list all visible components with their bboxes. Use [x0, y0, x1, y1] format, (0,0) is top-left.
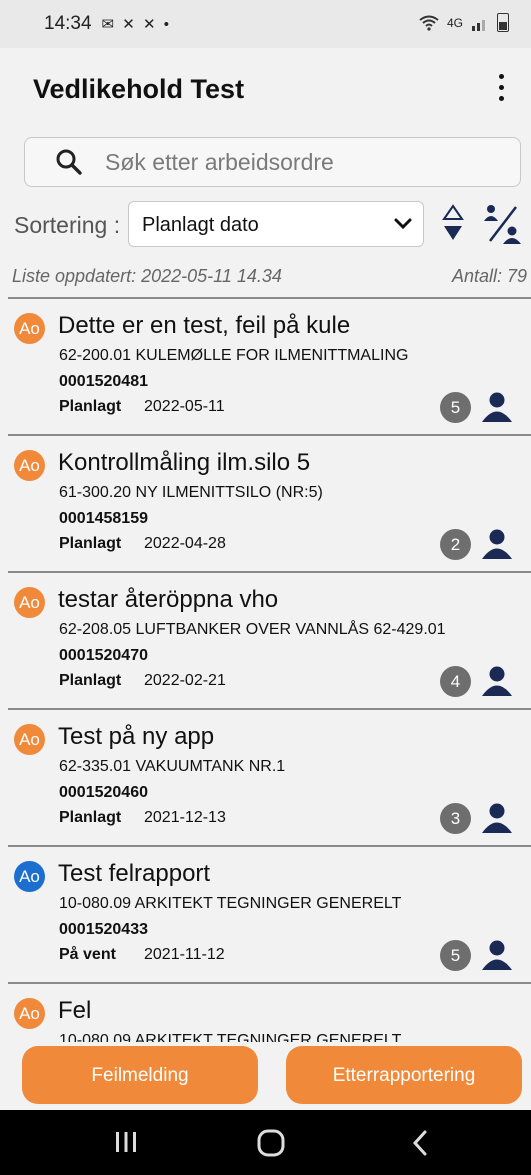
system-nav-bar [0, 1110, 531, 1175]
work-order-type-badge: Ao [14, 724, 45, 755]
work-order-title: testar återöppna vho [58, 586, 279, 613]
work-order-equipment: 62-208.05 LUFTBANKER OVER VANNLÅS 62-429… [59, 621, 446, 638]
work-order-equipment: 10-080.09 ARKITEKT TEGNINGER GENERELT [59, 895, 402, 912]
sort-selected-value: Planlagt dato [142, 214, 259, 236]
work-order-item[interactable]: Ao Test på ny app 62-335.01 VAKUUMTANK N… [8, 708, 531, 845]
person-icon [482, 803, 512, 833]
action-footer: Feilmelding Etterrapportering [0, 1042, 531, 1110]
work-order-title: Kontrollmåling ilm.silo 5 [58, 449, 311, 476]
person-icon [482, 392, 512, 422]
work-order-status: Planlagt [59, 672, 122, 689]
status-time: 14:34 [44, 13, 92, 34]
recent-apps-icon[interactable] [114, 1128, 138, 1156]
work-order-status: Planlagt [59, 535, 122, 552]
list-updated-text: Liste oppdatert: 2022-05-11 14.34 [12, 266, 282, 286]
work-order-item[interactable]: Ao Fel 10-080.09 ARKITEKT TEGNINGER GENE… [8, 982, 531, 1042]
work-order-item[interactable]: Ao Kontrollmåling ilm.silo 5 61-300.20 N… [8, 434, 531, 571]
work-order-item[interactable]: Ao Test felrapport 10-080.09 ARKITEKT TE… [8, 845, 531, 982]
work-order-date: 2021-12-13 [144, 809, 226, 826]
status-right: 4G [419, 13, 509, 32]
work-order-status: Planlagt [59, 398, 122, 415]
work-order-status: Planlagt [59, 809, 122, 826]
list-count-text: Antall: 79 [451, 266, 527, 286]
status-bar: 14:34 ✉ ✕ ✕ • 4G [0, 0, 531, 48]
signal-icon [472, 19, 485, 31]
work-order-title: Dette er en test, feil på kule [58, 312, 351, 339]
work-order-item[interactable]: Ao testar återöppna vho 62-208.05 LUFTBA… [8, 571, 531, 708]
work-order-date: 2022-05-11 [144, 398, 225, 415]
work-order-type-badge: Ao [14, 587, 45, 618]
notification-icons: ✉ ✕ ✕ • [101, 16, 172, 33]
chevron-down-icon [394, 218, 412, 230]
search-placeholder: Søk etter arbeidsordre [105, 149, 334, 175]
sort-select[interactable]: Planlagt dato [128, 201, 424, 247]
work-order-number: 0001520433 [59, 921, 148, 938]
work-order-type-badge: Ao [14, 998, 45, 1029]
work-order-title: Fel [58, 997, 92, 1024]
person-icon [482, 529, 512, 559]
work-order-type-badge: Ao [14, 861, 45, 892]
work-order-date: 2022-04-28 [144, 535, 226, 552]
work-order-number: 0001458159 [59, 510, 148, 527]
person-icon [482, 666, 512, 696]
work-order-equipment: 62-335.01 VAKUUMTANK NR.1 [59, 758, 286, 775]
search-icon [56, 149, 82, 175]
work-order-number: 0001520470 [59, 647, 148, 664]
page-title: Vedlikehold Test [33, 74, 245, 104]
work-order-number: 0001520460 [59, 784, 148, 801]
work-order-equipment: 62-200.01 KULEMØLLE FOR ILMENITTMALING [59, 347, 409, 364]
work-order-equipment: 10-080.09 ARKITEKT TEGNINGER GENERELT [59, 1032, 402, 1042]
assignee-count-badge: 5 [440, 392, 471, 423]
sort-label: Sortering : [14, 212, 121, 238]
work-order-date: 2022-02-21 [144, 672, 226, 689]
app-bar: Vedlikehold Test [0, 48, 531, 130]
work-order-status: På vent [59, 946, 116, 963]
work-order-equipment: 61-300.20 NY ILMENITTSILO (NR:5) [59, 484, 323, 501]
assignee-count-badge: 2 [440, 529, 471, 560]
network-type: 4G [446, 15, 463, 30]
work-order-number: 0001520481 [59, 373, 148, 390]
work-order-item[interactable]: Ao Dette er en test, feil på kule 62-200… [8, 297, 531, 434]
search-input[interactable]: Søk etter arbeidsordre [24, 137, 521, 187]
work-order-date: 2021-11-12 [144, 946, 225, 963]
assignee-count-badge: 5 [440, 940, 471, 971]
assignee-count-badge: 3 [440, 803, 471, 834]
back-icon[interactable] [410, 1128, 430, 1158]
work-order-list[interactable]: Ao Dette er en test, feil på kule 62-200… [8, 297, 531, 1042]
sort-order-icon[interactable] [441, 203, 465, 243]
feilmelding-button[interactable]: Feilmelding [22, 1046, 258, 1104]
assignee-count-badge: 4 [440, 666, 471, 697]
assigned-filter-icon[interactable] [482, 203, 524, 245]
work-order-title: Test felrapport [58, 860, 211, 887]
work-order-type-badge: Ao [14, 450, 45, 481]
battery-icon [497, 13, 509, 32]
person-icon [482, 940, 512, 970]
work-order-title: Test på ny app [58, 723, 215, 750]
work-order-type-badge: Ao [14, 313, 45, 344]
etterrapportering-button[interactable]: Etterrapportering [286, 1046, 522, 1104]
wifi-icon [419, 15, 439, 31]
more-vert-icon[interactable] [493, 72, 509, 104]
home-icon[interactable] [256, 1128, 286, 1158]
